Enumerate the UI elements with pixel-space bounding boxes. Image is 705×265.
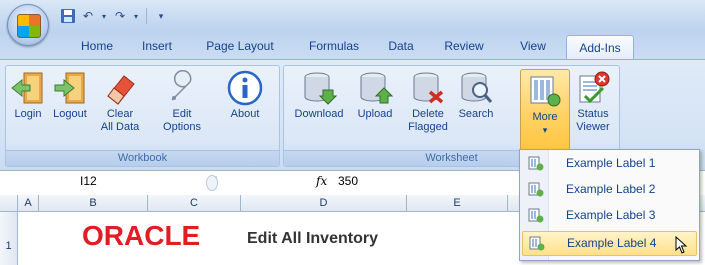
- more-label: More: [532, 111, 558, 123]
- menu-item-example-label-1[interactable]: Example Label 1: [522, 152, 695, 175]
- tab-insert[interactable]: Insert: [131, 34, 183, 59]
- cell-reference: I12: [80, 174, 97, 188]
- column-header-c[interactable]: C: [148, 195, 241, 211]
- status-viewer-icon: [579, 71, 610, 104]
- about-label: About: [230, 108, 260, 120]
- status-label-line2: Viewer: [576, 121, 610, 133]
- database-search-icon: [461, 72, 493, 103]
- info-icon: [227, 70, 263, 106]
- workbook-group-label: Workbook: [6, 150, 279, 166]
- clear-all-data-button[interactable]: Clear All Data: [94, 70, 146, 134]
- column-header-d[interactable]: D: [241, 195, 407, 211]
- workbook-group: Login Logout Clear All Data Edit Options…: [5, 65, 280, 167]
- logout-label: Logout: [53, 108, 87, 120]
- upload-label: Upload: [357, 108, 393, 120]
- delete-flagged-button[interactable]: Delete Flagged: [404, 70, 452, 134]
- status-viewer-button[interactable]: Status Viewer: [570, 70, 616, 134]
- ribbon-tabs: Home Insert Page Layout Formulas Data Re…: [0, 34, 705, 60]
- menu-item-label: Example Label 1: [566, 156, 656, 170]
- menu-item-label: Example Label 4: [567, 236, 657, 250]
- sheet-add-icon: [528, 156, 544, 171]
- status-label-line1: Status: [577, 108, 609, 120]
- tab-add-ins[interactable]: Add-Ins: [566, 35, 634, 60]
- sheet-add-icon: [528, 208, 544, 223]
- delete-label-line2: Flagged: [408, 121, 448, 133]
- clear-label-line2: All Data: [100, 121, 140, 133]
- menu-item-example-label-3[interactable]: Example Label 3: [522, 204, 695, 227]
- quick-access-toolbar: ↶ ▾ ↷ ▾ ▾: [60, 7, 169, 25]
- tab-review[interactable]: Review: [432, 34, 496, 59]
- sheet-add-icon: [529, 236, 545, 251]
- column-header-b[interactable]: B: [39, 195, 148, 211]
- customize-qat-icon[interactable]: ▾: [153, 8, 169, 24]
- tab-view[interactable]: View: [508, 34, 558, 59]
- office-logo-icon: [17, 14, 41, 38]
- database-upload-icon: [360, 72, 393, 104]
- oracle-logo: ORACLE: [82, 220, 201, 251]
- more-sheet-icon: [530, 76, 561, 107]
- tab-page-layout[interactable]: Page Layout: [192, 34, 288, 59]
- more-dropdown-arrow: ▾: [542, 125, 548, 135]
- delete-label-line1: Delete: [412, 108, 444, 120]
- clear-label-line1: Clear: [106, 108, 134, 120]
- wrench-icon: [171, 70, 192, 101]
- download-label: Download: [294, 108, 344, 120]
- menu-item-example-label-2[interactable]: Example Label 2: [522, 178, 695, 201]
- formula-input[interactable]: 350: [338, 174, 358, 188]
- tab-formulas[interactable]: Formulas: [300, 34, 368, 59]
- database-delete-icon: [413, 72, 444, 104]
- menu-item-label: Example Label 3: [566, 208, 656, 222]
- insert-function-icon[interactable]: fx: [316, 174, 327, 188]
- logout-button[interactable]: Logout: [49, 70, 91, 121]
- save-icon[interactable]: [60, 8, 76, 24]
- redo-dropdown-icon[interactable]: ▾: [132, 8, 140, 24]
- mouse-cursor-icon: [675, 236, 688, 254]
- row-number: 1: [5, 240, 12, 252]
- edit-options-button[interactable]: Edit Options: [151, 70, 213, 134]
- tab-data[interactable]: Data: [378, 34, 424, 59]
- sheet-add-icon: [528, 182, 544, 197]
- column-header-e[interactable]: E: [407, 195, 508, 211]
- more-button[interactable]: More ▾: [520, 69, 570, 151]
- menu-item-label: Example Label 2: [566, 182, 656, 196]
- select-all-corner[interactable]: [0, 195, 18, 211]
- database-download-icon: [304, 72, 337, 105]
- eraser-icon: [107, 75, 135, 105]
- login-button[interactable]: Login: [8, 70, 48, 121]
- undo-dropdown-icon[interactable]: ▾: [100, 8, 108, 24]
- search-button[interactable]: Search: [452, 70, 500, 121]
- undo-icon[interactable]: ↶: [80, 8, 96, 24]
- qat-separator: [146, 8, 147, 24]
- title-bar: ↶ ▾ ↷ ▾ ▾: [0, 0, 705, 46]
- logout-icon: [54, 72, 85, 104]
- upload-button[interactable]: Upload: [351, 70, 399, 121]
- login-icon: [11, 72, 43, 104]
- office-button[interactable]: [7, 4, 49, 46]
- search-label: Search: [458, 108, 494, 120]
- menu-item-example-label-4[interactable]: Example Label 4: [522, 231, 697, 256]
- redo-icon[interactable]: ↷: [112, 8, 128, 24]
- edit-label-line2: Options: [163, 121, 201, 133]
- column-header-a[interactable]: A: [18, 195, 39, 211]
- more-dropdown-menu: Example Label 1 Example Label 2 Example …: [519, 149, 700, 261]
- login-label: Login: [14, 108, 42, 120]
- formula-bar-expand-icon[interactable]: [206, 175, 218, 191]
- about-button[interactable]: About: [220, 70, 270, 121]
- row-header-1[interactable]: 1: [0, 212, 18, 265]
- download-button[interactable]: Download: [288, 70, 350, 121]
- sheet-title: Edit All Inventory: [247, 230, 378, 247]
- edit-label-line1: Edit: [172, 108, 192, 120]
- tab-home[interactable]: Home: [72, 34, 122, 59]
